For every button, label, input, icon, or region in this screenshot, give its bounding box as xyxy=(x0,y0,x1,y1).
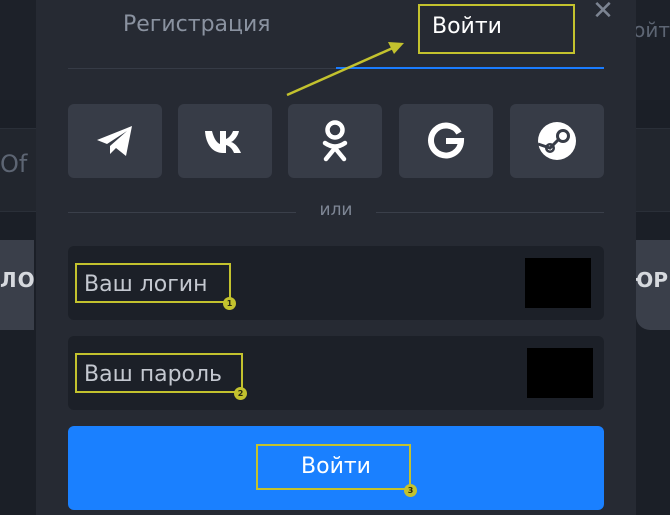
marker-submit: 3 xyxy=(404,484,417,497)
marker-password: 2 xyxy=(234,387,247,400)
telegram-button[interactable] xyxy=(68,104,162,178)
password-field[interactable]: 2 xyxy=(68,336,604,412)
redacted-box-login xyxy=(525,258,591,308)
google-button[interactable] xyxy=(399,104,493,178)
or-divider: или xyxy=(68,200,604,224)
social-login-row xyxy=(68,104,604,178)
login-field[interactable]: 1 xyxy=(68,246,604,322)
tab-active-indicator xyxy=(336,67,604,69)
background-text-right: ойт xyxy=(633,18,670,42)
redacted-box-password xyxy=(527,348,593,398)
divider-text: или xyxy=(319,200,353,220)
google-icon xyxy=(428,122,465,159)
marker-login: 1 xyxy=(223,297,236,310)
highlight-box-submit xyxy=(256,444,411,490)
highlight-box-password xyxy=(75,353,243,393)
steam-button[interactable] xyxy=(510,104,604,178)
odnoklassniki-button[interactable] xyxy=(288,104,382,178)
tab-register[interactable]: Регистрация xyxy=(123,12,271,37)
odnoklassniki-icon xyxy=(322,120,348,162)
vk-button[interactable] xyxy=(178,104,272,178)
steam-icon xyxy=(537,122,576,160)
auth-modal: ✕ Регистрация Войти или Ваш логин 1 2 Во… xyxy=(36,0,636,515)
telegram-icon xyxy=(97,126,132,156)
highlight-box-login xyxy=(75,263,231,303)
vk-icon xyxy=(205,131,241,153)
auth-tabs: Регистрация Войти xyxy=(68,0,604,70)
login-submit-button[interactable]: Войти 3 xyxy=(68,426,604,510)
highlight-box-tab xyxy=(418,4,575,54)
